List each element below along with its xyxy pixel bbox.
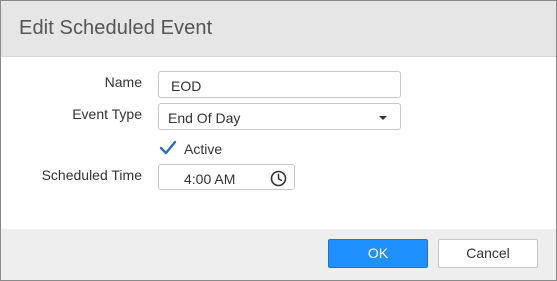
name-input-value: EOD (171, 78, 202, 94)
dialog-title: Edit Scheduled Event (19, 17, 213, 39)
cancel-button[interactable]: Cancel (438, 239, 538, 268)
edit-scheduled-event-dialog: Edit Scheduled Event Name EOD Event Type… (0, 0, 557, 281)
dialog-footer: OK Cancel (1, 229, 556, 280)
chevron-down-icon (379, 116, 387, 120)
dialog-header: Edit Scheduled Event (1, 1, 556, 57)
clock-icon[interactable] (270, 170, 287, 187)
event-type-select[interactable]: End Of Day (158, 103, 401, 130)
active-checkbox[interactable] (158, 138, 178, 158)
checkmark-icon (159, 140, 177, 155)
ok-button[interactable]: OK (328, 239, 428, 268)
event-type-selected-value: End Of Day (168, 110, 241, 126)
name-input[interactable]: EOD (158, 71, 401, 98)
scheduled-time-label: Scheduled Time (41, 167, 142, 183)
event-type-label: Event Type (72, 106, 142, 122)
active-label: Active (184, 141, 223, 157)
scheduled-time-input[interactable]: 4:00 AM (158, 164, 295, 190)
scheduled-time-value: 4:00 AM (184, 171, 236, 187)
name-label: Name (104, 74, 142, 90)
